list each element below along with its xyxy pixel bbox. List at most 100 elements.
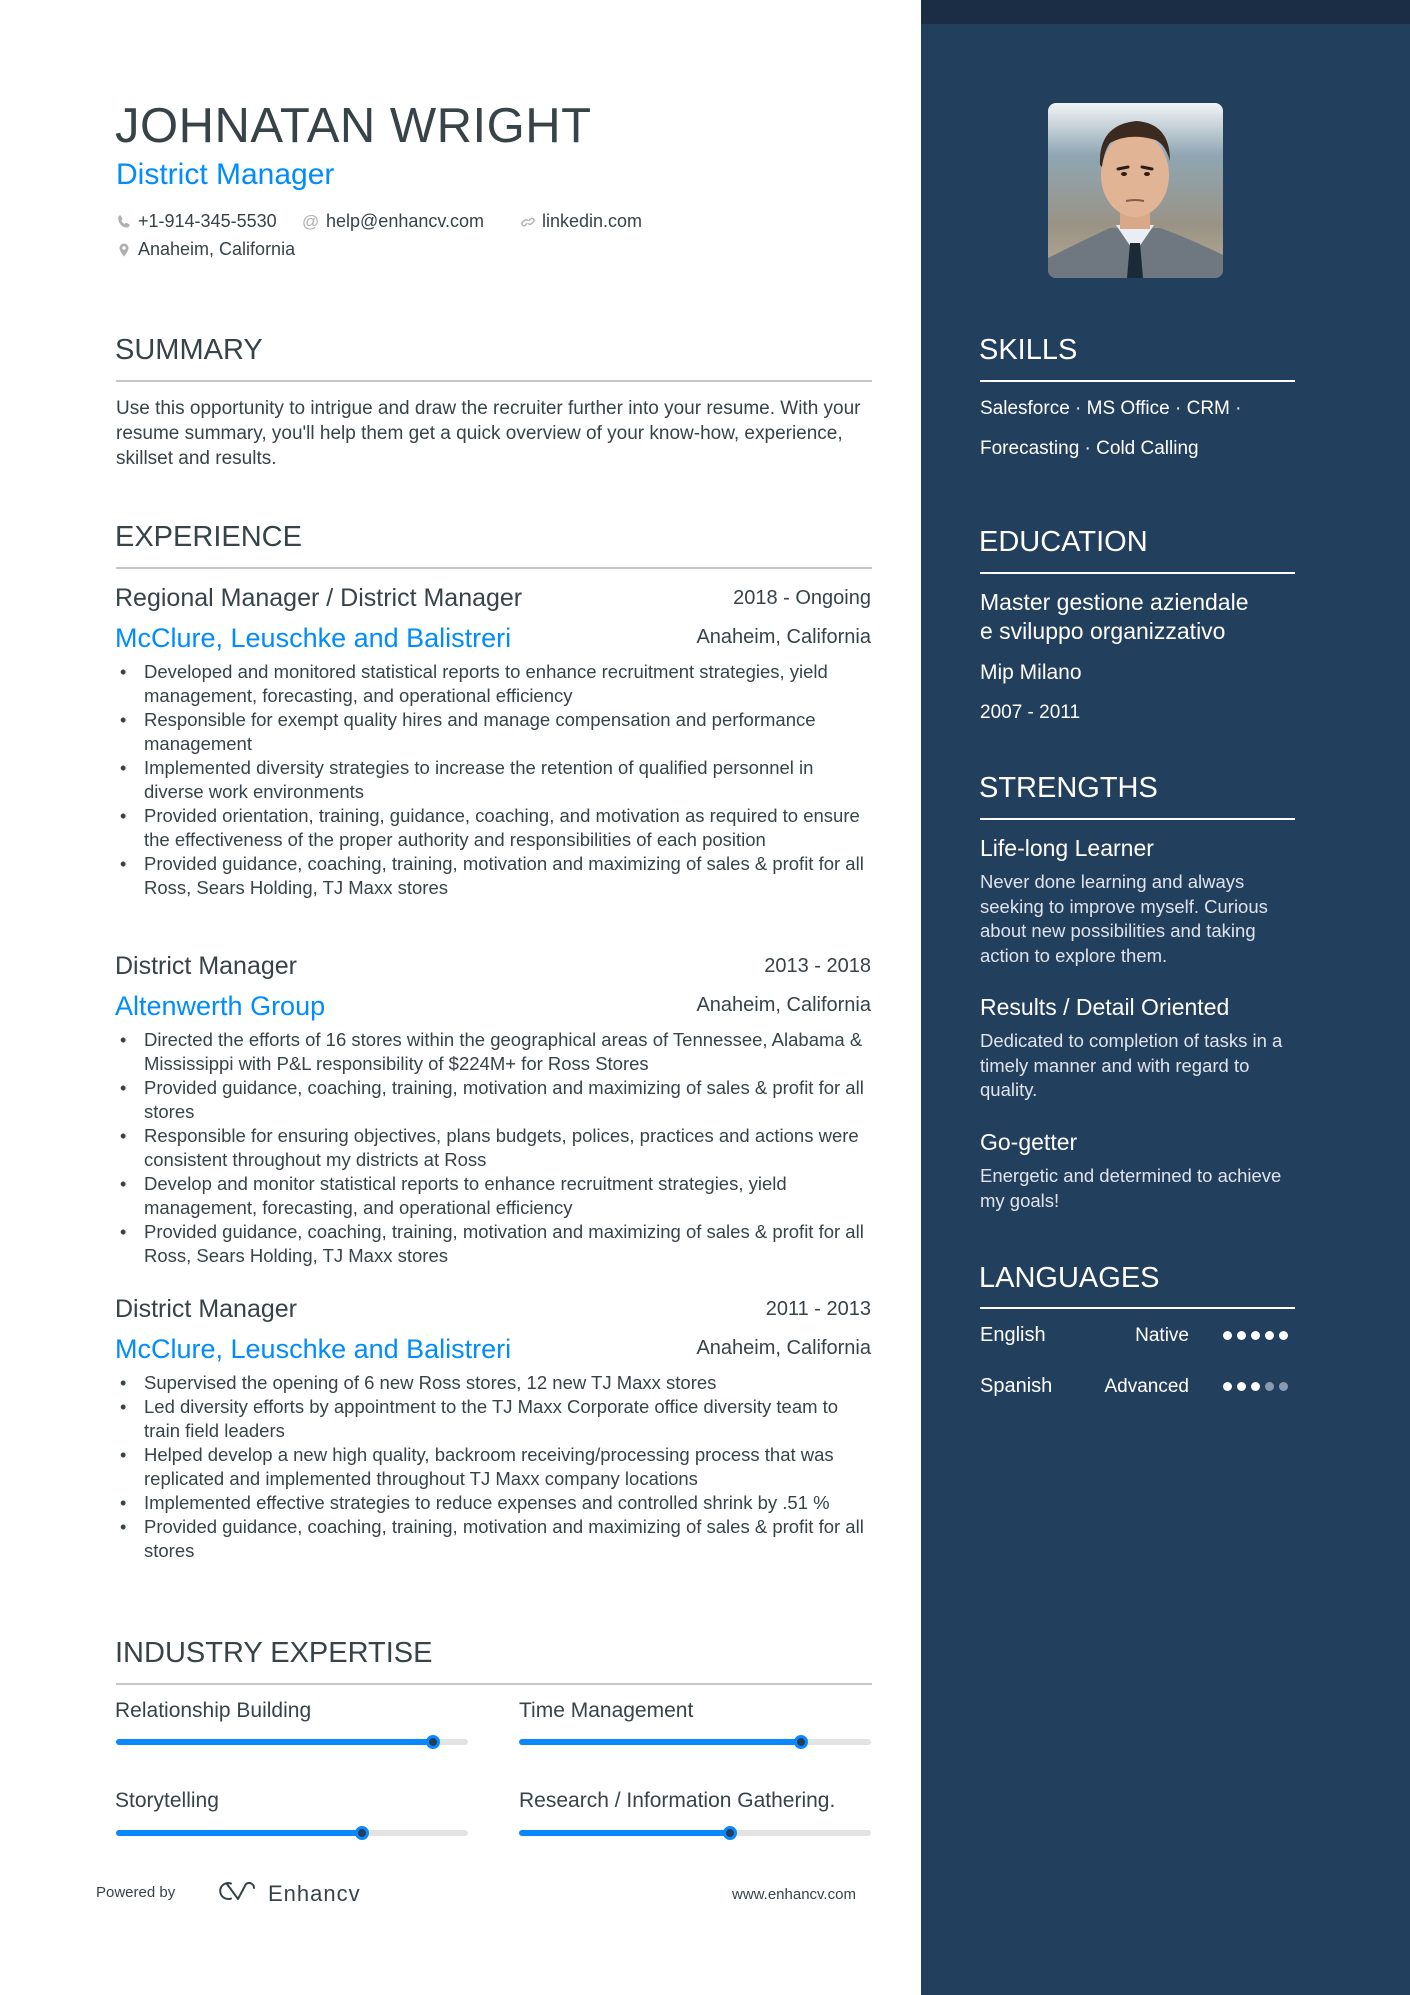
job-dates: 2018 - Ongoing — [733, 587, 871, 609]
bullet-item: Directed the efforts of 16 stores within… — [116, 1028, 876, 1076]
language-level: Advanced — [1104, 1376, 1189, 1397]
experience-divider — [116, 567, 872, 569]
strength-desc: Energetic and determined to achieve my g… — [980, 1165, 1282, 1211]
education-dates: 2007 - 2011 — [980, 702, 1081, 723]
expertise-heading: INDUSTRY EXPERTISE — [115, 1637, 433, 1669]
skills-line: Salesforce · MS Office · CRM · — [980, 398, 1242, 419]
bullet-item: Provided guidance, coaching, training, m… — [116, 1076, 876, 1124]
language-dots — [1223, 1331, 1288, 1340]
job-company: McClure, Leuschke and Balistreri — [115, 1334, 512, 1364]
expertise-bar-fill — [116, 1830, 363, 1836]
education-school: Mip Milano — [980, 661, 1082, 684]
language-name: English — [980, 1324, 1046, 1346]
level-dot-filled — [1223, 1331, 1232, 1340]
at-icon: @ — [302, 211, 320, 231]
expertise-bar — [116, 1735, 468, 1749]
sidebar-top-band — [921, 0, 1410, 24]
summary-heading: SUMMARY — [115, 334, 263, 366]
job-dates: 2011 - 2013 — [765, 1298, 871, 1320]
bullet-item: Responsible for ensuring objectives, pla… — [116, 1124, 876, 1172]
level-dot-filled — [1223, 1382, 1232, 1391]
bullet-item: Responsible for exempt quality hires and… — [116, 708, 876, 756]
job-company: McClure, Leuschke and Balistreri — [115, 623, 512, 653]
languages-divider — [980, 1307, 1295, 1309]
expertise-label: Research / Information Gathering. — [519, 1789, 836, 1812]
expertise-bar — [116, 1826, 468, 1840]
expertise-label: Storytelling — [115, 1789, 219, 1812]
map-pin-icon — [116, 242, 132, 258]
strength-desc: Dedicated to completion of tasks in a ti… — [980, 1030, 1283, 1100]
expertise-bar — [519, 1735, 871, 1749]
job-location: Anaheim, California — [696, 1337, 871, 1359]
bullet-item: Provided guidance, coaching, training, m… — [116, 1220, 876, 1268]
job-company: Altenwerth Group — [115, 991, 326, 1021]
phone-text: +1-914-345-5530 — [138, 211, 277, 231]
job-location: Anaheim, California — [696, 994, 871, 1016]
job-position: District Manager — [115, 952, 297, 980]
education-degree: e sviluppo organizzativo — [980, 618, 1226, 644]
link-text: linkedin.com — [542, 211, 643, 231]
skills-heading: SKILLS — [979, 334, 1078, 366]
bullet-item: Developed and monitored statistical repo… — [116, 660, 876, 708]
contact-location: Anaheim, California — [116, 239, 295, 260]
job-position: Regional Manager / District Manager — [115, 584, 523, 612]
bullet-item: Implemented effective strategies to redu… — [116, 1491, 876, 1515]
skills-line: Forecasting · Cold Calling — [980, 438, 1199, 459]
job-dates: 2013 - 2018 — [764, 955, 871, 977]
education-divider — [980, 572, 1295, 574]
bullet-item: Helped develop a new high quality, backr… — [116, 1443, 876, 1491]
bullet-item: Implemented diversity strategies to incr… — [116, 756, 876, 804]
link-icon — [520, 214, 536, 230]
language-dots — [1223, 1382, 1288, 1391]
footer-url[interactable]: www.enhancv.com — [732, 1886, 856, 1903]
enhancv-logo-icon — [214, 1879, 260, 1908]
expertise-bar-knob — [723, 1826, 738, 1840]
bullet-item: Led diversity efforts by appointment to … — [116, 1395, 876, 1443]
enhancv-logo[interactable]: Enhancv — [214, 1879, 361, 1908]
level-dot-filled — [1251, 1331, 1260, 1340]
contact-email[interactable]: @ help@enhancv.com — [302, 211, 484, 232]
contact-phone[interactable]: +1-914-345-5530 — [116, 211, 277, 232]
level-dot-filled — [1251, 1382, 1260, 1391]
level-dot-filled — [1237, 1382, 1246, 1391]
powered-by-text: Powered by — [96, 1884, 176, 1901]
job-location: Anaheim, California — [696, 626, 871, 648]
summary-divider — [116, 380, 872, 382]
education-heading: EDUCATION — [979, 526, 1148, 558]
strength-title: Results / Detail Oriented — [980, 994, 1230, 1020]
bullet-item: Provided guidance, coaching, training, m… — [116, 1515, 876, 1563]
experience-heading: EXPERIENCE — [115, 521, 302, 553]
job-title: District Manager — [116, 158, 335, 191]
phone-icon — [116, 214, 132, 230]
bullet-item: Supervised the opening of 6 new Ross sto… — [116, 1371, 876, 1395]
bullet-item: Provided orientation, training, guidance… — [116, 804, 876, 852]
job-bullets: Directed the efforts of 16 stores within… — [116, 1028, 876, 1268]
level-dot-filled — [1279, 1331, 1288, 1340]
strength-title: Life-long Learner — [980, 835, 1154, 861]
level-dot-filled — [1237, 1331, 1246, 1340]
expertise-bar-fill — [519, 1739, 801, 1745]
education-degree: Master gestione aziendale — [980, 589, 1249, 615]
strength-title: Go-getter — [980, 1129, 1078, 1155]
profile-photo — [1048, 103, 1223, 278]
strengths-heading: STRENGTHS — [979, 772, 1158, 804]
candidate-name: JOHNATAN WRIGHT — [115, 99, 592, 153]
expertise-divider — [116, 1683, 872, 1685]
expertise-label: Relationship Building — [115, 1699, 312, 1722]
languages-heading: LANGUAGES — [979, 1262, 1160, 1294]
language-name: Spanish — [980, 1375, 1053, 1397]
contact-link[interactable]: linkedin.com — [520, 211, 642, 232]
level-dot-empty — [1265, 1382, 1274, 1391]
level-dot-empty — [1279, 1382, 1288, 1391]
enhancv-logo-text: Enhancv — [268, 1880, 361, 1906]
language-level: Native — [1135, 1325, 1189, 1346]
expertise-bar-fill — [116, 1739, 433, 1745]
expertise-bar-knob — [793, 1735, 808, 1749]
skills-divider — [980, 380, 1295, 382]
bullet-item: Develop and monitor statistical reports … — [116, 1172, 876, 1220]
expertise-bar-knob — [355, 1826, 370, 1840]
expertise-bar-fill — [519, 1830, 731, 1836]
expertise-bar-knob — [425, 1735, 440, 1749]
level-dot-filled — [1265, 1331, 1274, 1340]
job-position: District Manager — [115, 1295, 297, 1323]
